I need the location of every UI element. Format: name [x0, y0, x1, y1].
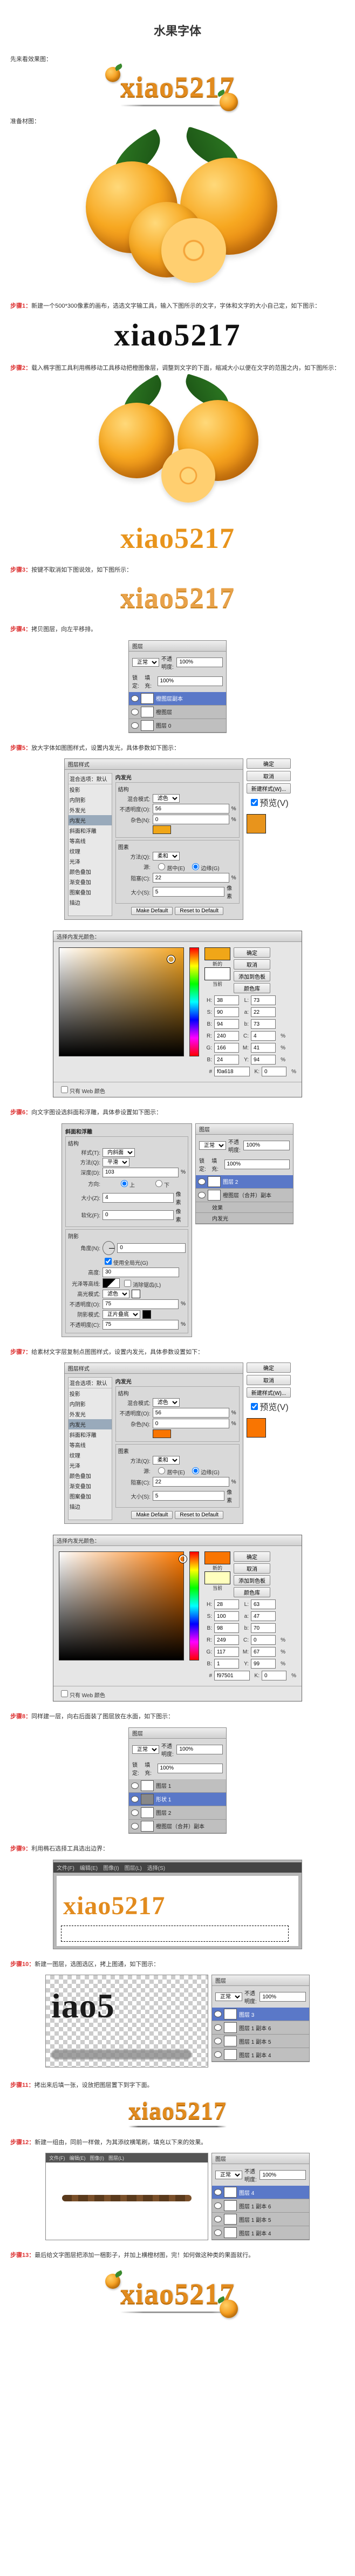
color-picker-1: 选择内发光颜色： 新的 当前 确定 取消 [53, 931, 302, 1097]
reset-default-btn[interactable]: Reset to Default [175, 907, 223, 915]
layers-panel-d: 图层 正常不透明度: 图层 3 图层 1 副本 6 图层 1 副本 5 图层 1… [211, 1975, 310, 2062]
ig-size[interactable] [153, 887, 224, 897]
blend-mode-select[interactable]: 正常 [132, 658, 159, 667]
opacity-input[interactable] [176, 657, 223, 667]
hero-figure: xiao5217 [10, 70, 345, 106]
websafe-check[interactable] [61, 1086, 68, 1093]
step-13: 步骤13：最后给文字图层把添加一梱影子，并加上横橙材图，完！如何做这种类的果面就… [10, 2251, 345, 2261]
layer-fx[interactable]: 内发光 [196, 1213, 293, 1224]
ig-method[interactable]: 柔和 [153, 852, 180, 860]
oranges-material [10, 132, 345, 291]
step-8: 步骤8：同样建一层，向右后面装了图层放在水面，如下图示： [10, 1712, 345, 1722]
bevel-panel: 斜面和浮雕 结构 样式(T):内斜面 方法(Q):平滑 深度(D):% 方向:上… [62, 1123, 192, 1337]
cp-field[interactable] [59, 947, 184, 1056]
cp-hue[interactable] [189, 947, 199, 1056]
layer-item[interactable]: 橙图层（合并）副本 [196, 1189, 293, 1202]
page-title: 水果字体 [10, 22, 345, 39]
step-4: 步骤4：拷贝图层，向左平移排。 [10, 625, 345, 635]
src-edge[interactable] [192, 863, 199, 870]
layers-panel-e: 图层 正常不透明度: 图层 4 图层 1 副本 6 图层 1 副本 5 图层 1… [211, 2153, 310, 2240]
hero-word: xiao5217 [120, 71, 235, 103]
cp-add[interactable]: 添加到色板 [234, 971, 270, 981]
blend-select[interactable]: 滤色 [153, 794, 180, 803]
layer-item[interactable]: 图层 0 [129, 719, 226, 733]
step3-word: xiao5217 [120, 581, 235, 614]
layer-fx[interactable]: 效果 [196, 1202, 293, 1213]
ig-noise[interactable] [153, 815, 229, 824]
step-3: 步骤3：按键不取消如下图说效，如下图所示： [10, 566, 345, 575]
layers-panel-b: 图层 正常不透明度: 锁定:填充: 图层 2 橙图层（合并）副本 效果 内发光 [195, 1123, 293, 1224]
material-label: 准备材图： [10, 117, 345, 127]
layer-style-dialog: 图层样式 混合选项：默认 投影 内阴影 外发光 内发光 斜面和浮雕 等高线 纹理… [64, 758, 243, 920]
step-5: 步骤5：放大字体如图图样式，设置内发光，具体参数如下图示： [10, 744, 345, 754]
canvas-brush: 文件(F)编辑(E)图像(I)图层(L) [45, 2153, 208, 2240]
fill-input[interactable] [158, 676, 223, 686]
hex-input[interactable] [214, 1067, 250, 1076]
cp-cancel[interactable]: 取消 [234, 959, 270, 970]
step-7: 步骤7：给素材文字层复制点图图样式，设置内发光，具体参数设置如下： [10, 1348, 345, 1358]
intro-text: 先来看效果图： [10, 55, 345, 65]
eye-icon[interactable] [131, 722, 139, 729]
src-center[interactable] [158, 863, 165, 870]
ig-choke[interactable] [153, 873, 229, 883]
layers-panel-a: 图层 正常不透明度: 锁定:填充: 橙图层副本 橙图层 图层 0 [128, 640, 227, 733]
step-10: 步骤10：新建一图层，选图选区，拷上图通，如下图示： [10, 1960, 345, 1970]
step-12: 步骤12：新建一组由，同前一样做，为其添纹横笔刷，填充以下来的效果。 [10, 2138, 345, 2148]
step-1: 步骤1：新建一个500*300像素的画布，选选文字输工具，输入下图所示的文字，字… [10, 302, 345, 311]
step-6: 步骤6：向文字图设选斜面和浮雕，具体参设置如下图示： [10, 1108, 345, 1118]
cp-ok[interactable]: 确定 [234, 947, 270, 958]
ok-btn[interactable]: 确定 [247, 758, 291, 769]
color-swatch[interactable] [153, 825, 171, 834]
layer-item[interactable]: 橙图层副本 [129, 692, 226, 706]
cp-lib[interactable]: 颜色库 [234, 983, 270, 993]
preview-swatch [247, 814, 266, 833]
layer-item[interactable]: 橙图层 [129, 706, 226, 719]
layer-item[interactable]: 图层 2 [196, 1175, 293, 1189]
canvas-checker: iao5 [45, 1975, 208, 2067]
layer-style-dialog-2: 图层样式 混合选项：默认 投影 内阴影 外发光 内发光 斜面和浮雕 等高线 纹理… [64, 1362, 243, 1524]
cancel-btn[interactable]: 取消 [247, 771, 291, 781]
canvas-marquee: 文件(F)编辑(E)图像(I)图层(L)选择(S) xiao5217 [53, 1860, 302, 1949]
color-picker-2: 选择内发光颜色： 新的 当前 确定 取消 [53, 1535, 302, 1701]
layers-panel-c: 图层 正常不透明度: 锁定:填充: 图层 1 形状 1 图层 2 橙图层（合并）… [128, 1727, 227, 1834]
plain-word: xiao5217 [114, 317, 241, 353]
step2-word: xiao5217 [120, 522, 235, 554]
make-default-btn[interactable]: Make Default [131, 907, 173, 915]
step-9: 步骤9：利用椭石选择工具选出边界： [10, 1845, 345, 1854]
step-2: 步骤2：载入椭字图工具利用椭移动工具移动把橙图像层，调整到文字的下面，缩减大小以… [10, 364, 345, 374]
brush-stroke [62, 2195, 192, 2201]
eye-icon[interactable] [131, 709, 139, 715]
preview-check[interactable] [251, 799, 258, 806]
new-style-btn[interactable]: 新建样式(W)... [247, 783, 291, 794]
color-swatch[interactable] [153, 1429, 171, 1438]
step-11: 步骤11：拷出来后填一张，设放把图层置下到字下面。 [10, 2081, 345, 2091]
eye-icon[interactable] [131, 695, 139, 702]
ig-opacity[interactable] [153, 804, 229, 814]
step2-figure [10, 378, 345, 511]
